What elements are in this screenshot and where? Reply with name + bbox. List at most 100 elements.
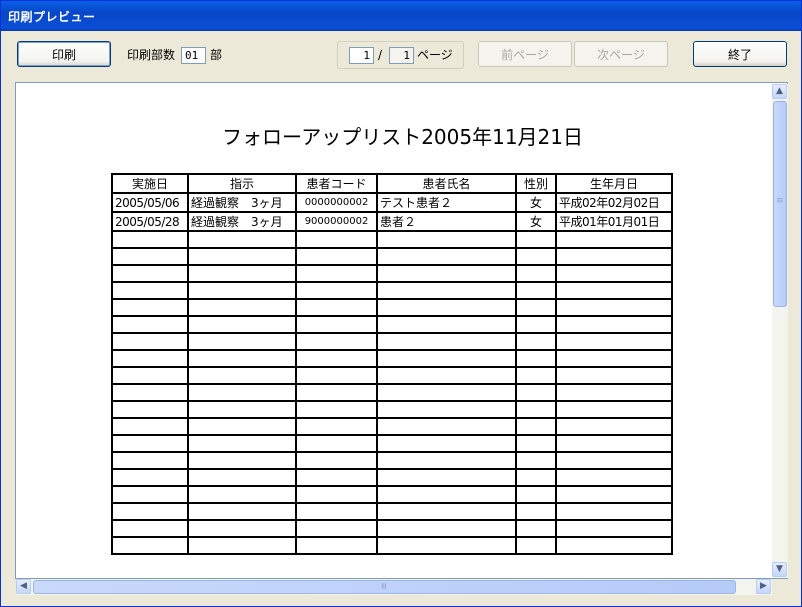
- cell-instruction: 経過観察 3ヶ月: [187, 192, 297, 213]
- preview-area[interactable]: フォローアップリスト2005年11月21日 実施日 指示 患者コード 患者氏名 …: [15, 82, 788, 579]
- empty-cell: [295, 485, 378, 504]
- empty-cell: [187, 417, 297, 436]
- empty-cell: [515, 332, 557, 351]
- empty-cell: [515, 281, 557, 300]
- empty-cell: [555, 536, 673, 555]
- empty-cell: [111, 349, 189, 368]
- horizontal-scrollbar[interactable]: ◀ ≡ ▶: [16, 579, 772, 595]
- grip-icon: ≡: [776, 196, 784, 206]
- print-button[interactable]: 印刷: [17, 41, 111, 67]
- toolbar: 印刷 印刷部数 部 / 1 ページ 前ページ 次ページ 終了: [1, 31, 801, 81]
- scroll-left-icon[interactable]: ◀: [16, 579, 31, 594]
- empty-cell: [111, 536, 189, 555]
- empty-cell: [376, 519, 517, 538]
- empty-cell: [515, 298, 557, 317]
- empty-cell: [111, 485, 189, 504]
- empty-cell: [555, 400, 673, 419]
- table-row-empty: [111, 298, 673, 317]
- empty-cell: [376, 298, 517, 317]
- table-row-empty: [111, 417, 673, 436]
- empty-cell: [515, 417, 557, 436]
- empty-cell: [111, 468, 189, 487]
- grip-icon: ≡: [377, 582, 388, 590]
- col-patient-name: 患者氏名: [376, 173, 517, 194]
- empty-cell: [187, 230, 297, 249]
- cell-sex: 女: [515, 211, 557, 232]
- empty-cell: [187, 383, 297, 402]
- empty-cell: [555, 247, 673, 266]
- table-row-empty: [111, 400, 673, 419]
- empty-cell: [295, 536, 378, 555]
- empty-cell: [187, 315, 297, 334]
- page-suffix: ページ: [417, 48, 453, 62]
- empty-cell: [187, 468, 297, 487]
- empty-cell: [111, 298, 189, 317]
- scroll-corner: [772, 579, 788, 595]
- empty-cell: [111, 400, 189, 419]
- table-row-empty: [111, 485, 673, 504]
- empty-cell: [515, 519, 557, 538]
- table-row-empty: [111, 247, 673, 266]
- empty-cell: [295, 383, 378, 402]
- col-instruction: 指示: [187, 173, 297, 194]
- table-row-empty: [111, 264, 673, 283]
- close-button[interactable]: 終了: [693, 41, 787, 67]
- empty-cell: [295, 332, 378, 351]
- empty-cell: [111, 434, 189, 453]
- followup-table: 実施日 指示 患者コード 患者氏名 性別 生年月日 2005/05/06 経過観…: [111, 173, 673, 555]
- scroll-right-icon[interactable]: ▶: [756, 579, 771, 594]
- horizontal-scroll-thumb[interactable]: ≡: [33, 580, 736, 594]
- empty-cell: [555, 485, 673, 504]
- current-page-input[interactable]: [349, 47, 374, 64]
- empty-cell: [111, 451, 189, 470]
- empty-cell: [515, 366, 557, 385]
- empty-cell: [111, 502, 189, 521]
- copies-input[interactable]: [181, 47, 206, 64]
- empty-cell: [111, 519, 189, 538]
- table-header-row: 実施日 指示 患者コード 患者氏名 性別 生年月日: [111, 173, 673, 194]
- empty-cell: [555, 417, 673, 436]
- empty-cell: [376, 315, 517, 334]
- empty-cell: [111, 247, 189, 266]
- title-bar[interactable]: 印刷プレビュー: [1, 1, 801, 31]
- empty-cell: [295, 230, 378, 249]
- empty-cell: [555, 230, 673, 249]
- prev-page-button[interactable]: 前ページ: [478, 41, 572, 67]
- empty-cell: [295, 400, 378, 419]
- print-preview-window: 印刷プレビュー 印刷 印刷部数 部 / 1 ページ 前ページ 次ページ 終了 フ…: [0, 0, 802, 607]
- scroll-down-icon[interactable]: ▼: [772, 562, 787, 577]
- cell-sex: 女: [515, 192, 557, 213]
- empty-cell: [515, 485, 557, 504]
- empty-cell: [295, 434, 378, 453]
- table-row-empty: [111, 383, 673, 402]
- col-date: 実施日: [111, 173, 189, 194]
- empty-cell: [187, 264, 297, 283]
- empty-cell: [376, 349, 517, 368]
- empty-cell: [187, 400, 297, 419]
- empty-cell: [376, 451, 517, 470]
- vertical-scrollbar[interactable]: ▲ ≡ ▼: [772, 84, 788, 578]
- empty-cell: [111, 417, 189, 436]
- empty-cell: [187, 451, 297, 470]
- empty-cell: [376, 281, 517, 300]
- window-title: 印刷プレビュー: [8, 10, 96, 24]
- empty-cell: [111, 383, 189, 402]
- cell-patient-code: 0000000002: [295, 192, 378, 213]
- vertical-scroll-thumb[interactable]: ≡: [773, 101, 787, 307]
- copies-label: 印刷部数: [127, 48, 176, 62]
- empty-cell: [187, 519, 297, 538]
- table-row-empty: [111, 468, 673, 487]
- empty-cell: [187, 247, 297, 266]
- empty-cell: [376, 247, 517, 266]
- cell-date: 2005/05/06: [111, 192, 189, 213]
- empty-cell: [295, 366, 378, 385]
- empty-cell: [111, 366, 189, 385]
- cell-patient-code: 9000000002: [295, 211, 378, 232]
- empty-cell: [515, 536, 557, 555]
- empty-cell: [295, 247, 378, 266]
- empty-cell: [515, 247, 557, 266]
- next-page-button[interactable]: 次ページ: [574, 41, 668, 67]
- scroll-up-icon[interactable]: ▲: [772, 84, 787, 99]
- empty-cell: [376, 383, 517, 402]
- empty-cell: [295, 417, 378, 436]
